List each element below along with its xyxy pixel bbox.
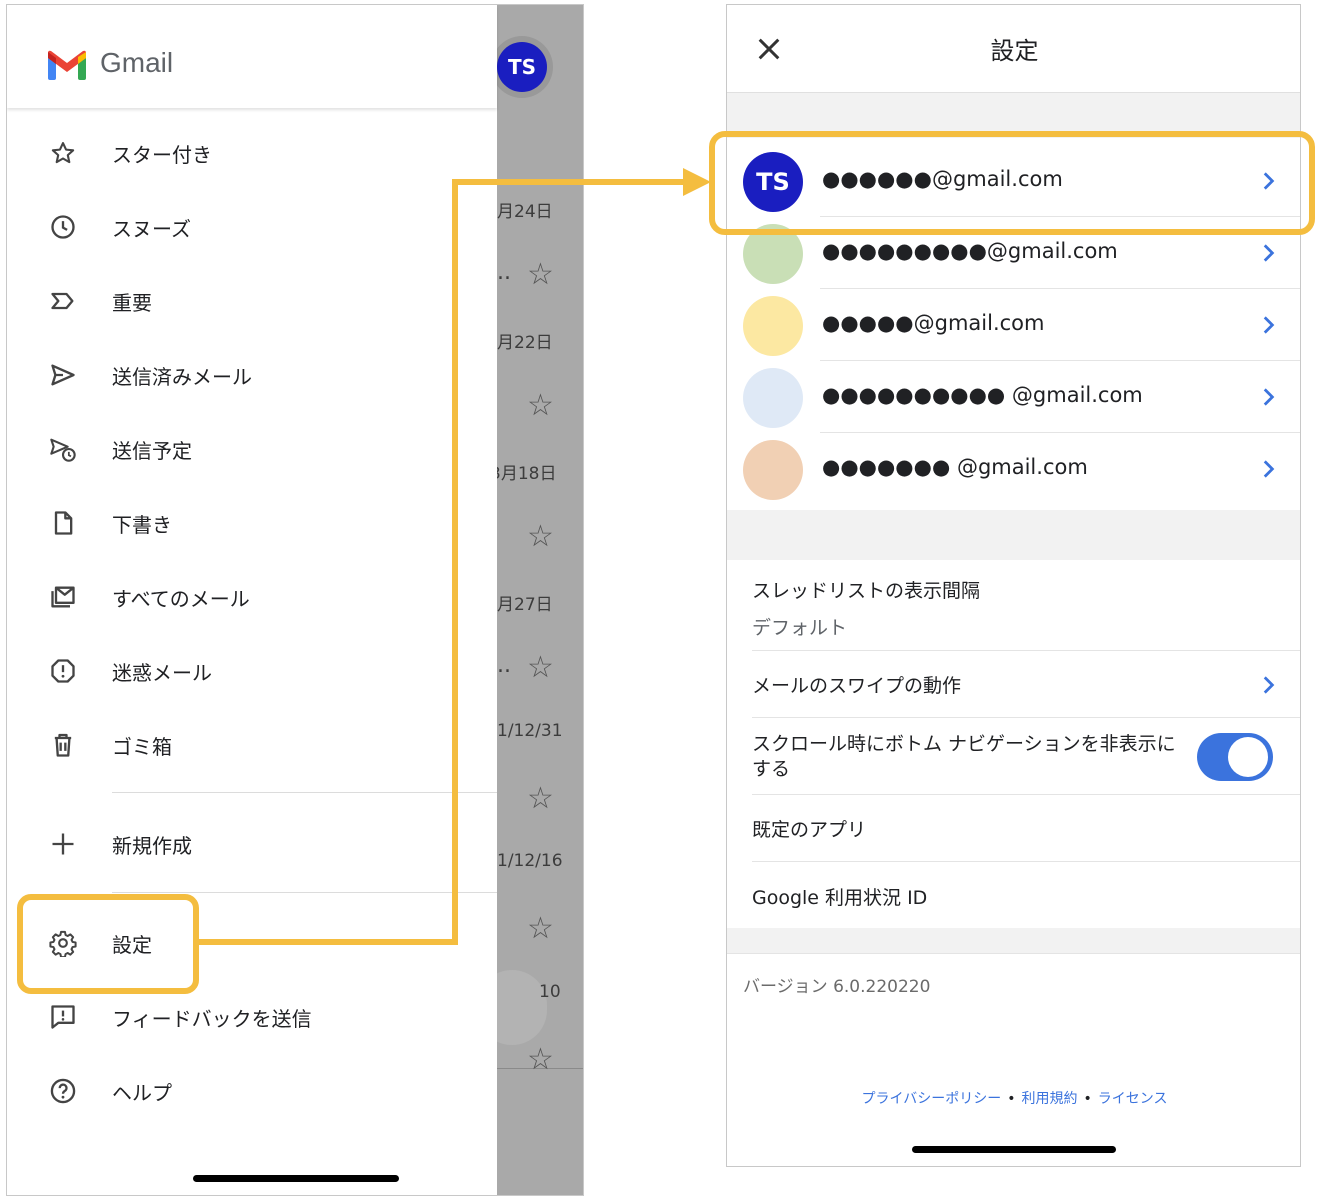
annotation-arrow [199, 168, 711, 945]
